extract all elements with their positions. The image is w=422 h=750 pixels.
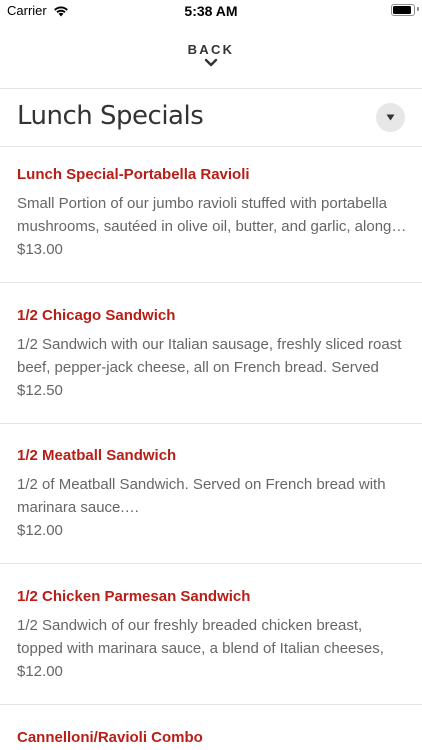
- item-price: $13.00: [17, 241, 63, 258]
- menu-item-chicken-parmesan-sandwich[interactable]: 1/2 Chicken Parmesan Sandwich 1/2 Sandwi…: [0, 569, 422, 709]
- menu-item-cannelloni-ravioli-combo[interactable]: Cannelloni/Ravioli Combo: [0, 710, 422, 750]
- item-divider: [0, 282, 422, 283]
- clock: 5:38 AM: [184, 3, 238, 19]
- battery-icon: [391, 4, 415, 16]
- menu-item-portabella-ravioli[interactable]: Lunch Special-Portabella Ravioli Small P…: [0, 147, 422, 287]
- item-divider: [0, 423, 422, 424]
- back-button[interactable]: BACK: [0, 42, 422, 68]
- battery-cap: [417, 7, 419, 11]
- item-description: Small Portion of our jumbo ravioli stuff…: [17, 195, 407, 235]
- item-name: 1/2 Chicago Sandwich: [17, 307, 176, 324]
- menu-item-chicago-sandwich[interactable]: 1/2 Chicago Sandwich 1/2 Sandwich with o…: [0, 288, 422, 428]
- item-description: 1/2 Sandwich of our freshly breaded chic…: [17, 617, 384, 657]
- item-description: 1/2 of Meatball Sandwich. Served on Fren…: [17, 476, 386, 516]
- caret-down-icon: [386, 114, 395, 121]
- item-name: Cannelloni/Ravioli Combo: [17, 729, 203, 746]
- item-price: $12.50: [17, 382, 63, 399]
- item-divider: [0, 704, 422, 705]
- item-name: 1/2 Meatball Sandwich: [17, 447, 177, 464]
- item-price: $12.00: [17, 663, 63, 680]
- item-divider: [0, 563, 422, 564]
- chevron-down-icon: [204, 58, 218, 67]
- battery-level: [393, 6, 411, 14]
- section-title: Lunch Specials: [17, 101, 204, 131]
- category-dropdown-button[interactable]: [376, 103, 405, 132]
- item-price: $12.00: [17, 522, 63, 539]
- header-divider: [0, 88, 422, 89]
- back-label: BACK: [187, 42, 235, 57]
- item-description: 1/2 Sandwich with our Italian sausage, f…: [17, 336, 402, 376]
- status-bar: Carrier 5:38 AM: [0, 0, 422, 24]
- item-name: Lunch Special-Portabella Ravioli: [17, 166, 250, 183]
- item-name: 1/2 Chicken Parmesan Sandwich: [17, 588, 251, 605]
- menu-item-meatball-sandwich[interactable]: 1/2 Meatball Sandwich 1/2 of Meatball Sa…: [0, 428, 422, 568]
